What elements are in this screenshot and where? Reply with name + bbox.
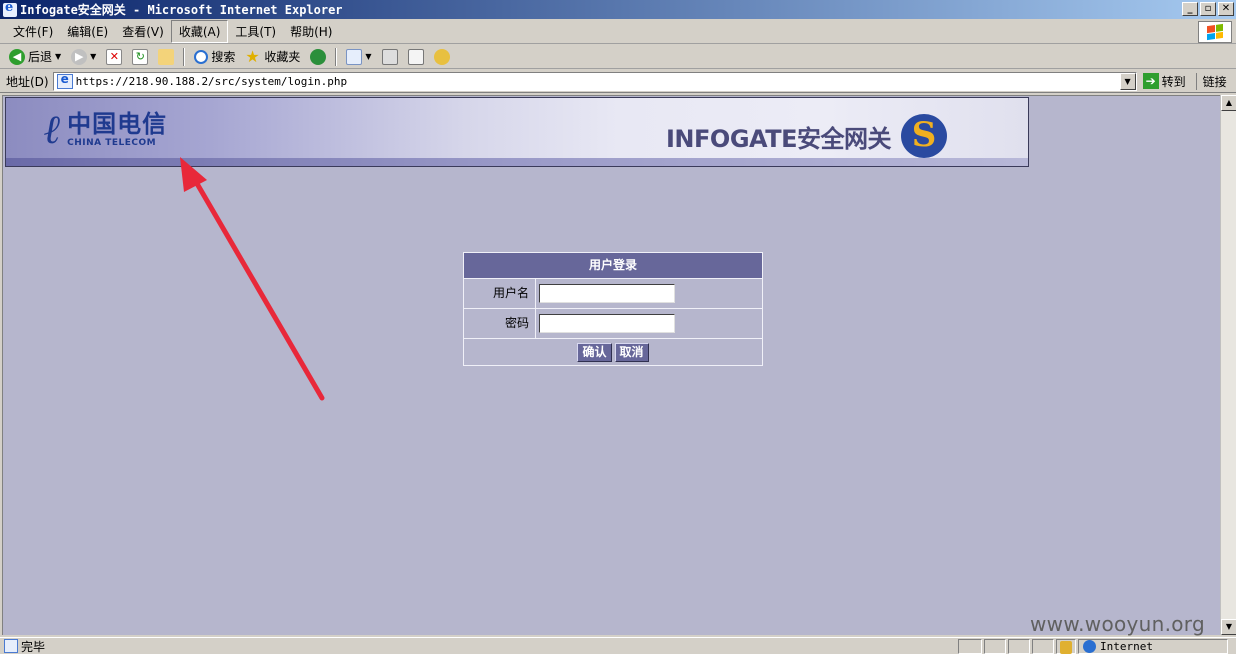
status-panel — [984, 639, 1006, 654]
status-bar: 完毕 Internet — [0, 637, 1236, 654]
lock-icon — [1060, 641, 1072, 654]
security-panel[interactable] — [1056, 639, 1076, 654]
status-panel — [1008, 639, 1030, 654]
scroll-up-button[interactable]: ▲ — [1221, 95, 1236, 111]
scroll-down-button[interactable]: ▼ — [1221, 619, 1236, 635]
page-status-icon — [4, 639, 18, 653]
arrow-head — [180, 157, 207, 192]
status-panels: Internet — [958, 639, 1228, 654]
status-text: 完毕 — [21, 639, 46, 654]
arrow-shaft — [189, 172, 325, 401]
globe-icon — [1083, 640, 1096, 653]
zone-label: Internet — [1100, 640, 1153, 653]
vertical-scrollbar[interactable]: ▲ ▼ — [1220, 95, 1236, 635]
status-panel — [1032, 639, 1054, 654]
status-panel — [958, 639, 982, 654]
watermark: www.wooyun.org — [1030, 612, 1205, 636]
red-annotation-arrow — [180, 157, 325, 401]
zone-panel: Internet — [1078, 639, 1228, 654]
